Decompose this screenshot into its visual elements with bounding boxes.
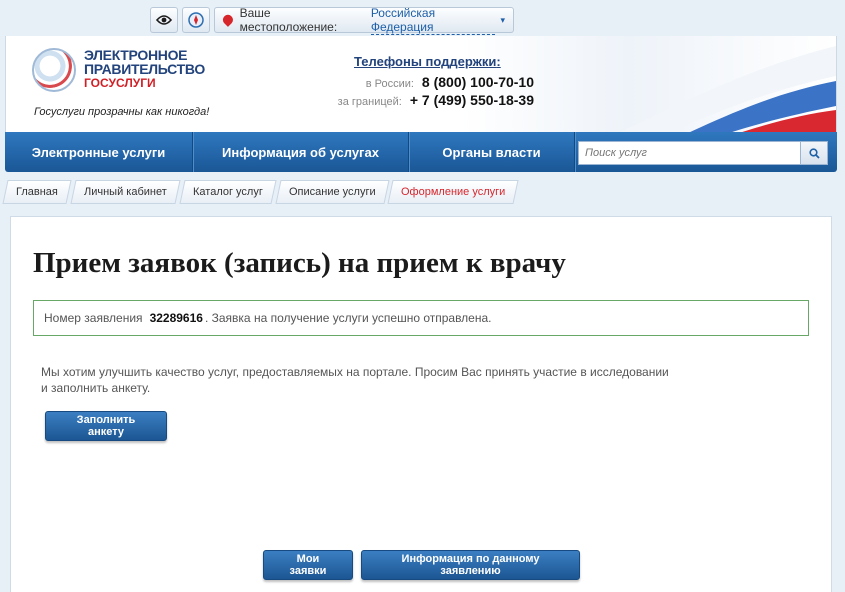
slogan: Госуслуги прозрачны как никогда! xyxy=(34,106,210,118)
main-nav: Электронные услуги Информация об услугах… xyxy=(5,132,837,172)
support-phones: Телефоны поддержки: в России: 8 (800) 10… xyxy=(314,54,534,110)
fill-survey-button[interactable]: Заполнить анкету xyxy=(45,411,167,441)
logo-line-1: ЭЛЕКТРОННОЕ xyxy=(84,47,188,63)
chevron-down-icon: ▾ xyxy=(500,14,505,25)
phone-abroad-label: за границей: xyxy=(337,96,402,108)
eye-icon xyxy=(156,15,172,25)
top-bar: Ваше местоположение: Российская Федераци… xyxy=(150,6,514,35)
search-button[interactable] xyxy=(800,141,828,165)
nav-authorities[interactable]: Органы власти xyxy=(409,132,575,172)
request-info-button[interactable]: Информация по данному заявлению xyxy=(361,550,580,580)
site-header: ЭЛЕКТРОННОЕ ПРАВИТЕЛЬСТВО ГОСУСЛУГИ Госу… xyxy=(5,36,837,134)
search-input[interactable] xyxy=(578,141,801,165)
notice-prefix: Номер заявления xyxy=(44,311,143,325)
gosuslugi-logo[interactable]: ЭЛЕКТРОННОЕ ПРАВИТЕЛЬСТВО ГОСУСЛУГИ xyxy=(32,48,205,92)
breadcrumb-current: Оформление услуги xyxy=(387,180,519,204)
main-panel: Прием заявок (запись) на прием к врачу Н… xyxy=(10,216,832,592)
compass-icon xyxy=(188,12,204,28)
location-label: Ваше местоположение: xyxy=(239,6,338,34)
support-title[interactable]: Телефоны поддержки: xyxy=(354,54,534,69)
search-box xyxy=(578,141,828,165)
logo-emblem-icon xyxy=(32,48,76,92)
location-selector[interactable]: Ваше местоположение: Российская Федераци… xyxy=(214,6,514,35)
nav-electronic-services[interactable]: Электронные услуги xyxy=(5,132,193,172)
nav-service-info[interactable]: Информация об услугах xyxy=(193,132,409,172)
breadcrumb-catalog[interactable]: Каталог услуг xyxy=(179,180,277,204)
survey-text: Мы хотим улучшить качество услуг, предос… xyxy=(41,365,669,395)
russian-flag-ribbon xyxy=(616,46,836,134)
notice-message: . Заявка на получение услуги успешно отп… xyxy=(204,311,492,325)
breadcrumb-cabinet[interactable]: Личный кабинет xyxy=(70,180,181,204)
breadcrumb-description[interactable]: Описание услуги xyxy=(274,180,389,204)
breadcrumb: Главная Личный кабинет Каталог услуг Опи… xyxy=(2,180,519,204)
phone-russia-label: в России: xyxy=(365,78,414,90)
request-number: 32289616 xyxy=(149,311,203,325)
location-pin-icon xyxy=(220,13,235,27)
phone-abroad: + 7 (499) 550-18-39 xyxy=(409,92,534,108)
breadcrumb-home[interactable]: Главная xyxy=(2,180,72,204)
search-icon xyxy=(809,147,820,159)
my-requests-button[interactable]: Мои заявки xyxy=(263,550,353,580)
compass-button[interactable] xyxy=(182,7,210,33)
logo-line-3: ГОСУСЛУГИ xyxy=(84,76,156,90)
logo-line-2: ПРАВИТЕЛЬСТВО xyxy=(84,61,205,77)
success-notice: Номер заявления 32289616. Заявка на полу… xyxy=(33,300,809,336)
location-value[interactable]: Российская Федерация xyxy=(370,6,496,35)
page-title: Прием заявок (запись) на прием к врачу xyxy=(33,247,566,279)
accessibility-eye-button[interactable] xyxy=(150,7,178,33)
phone-russia: 8 (800) 100-70-10 xyxy=(421,74,534,90)
